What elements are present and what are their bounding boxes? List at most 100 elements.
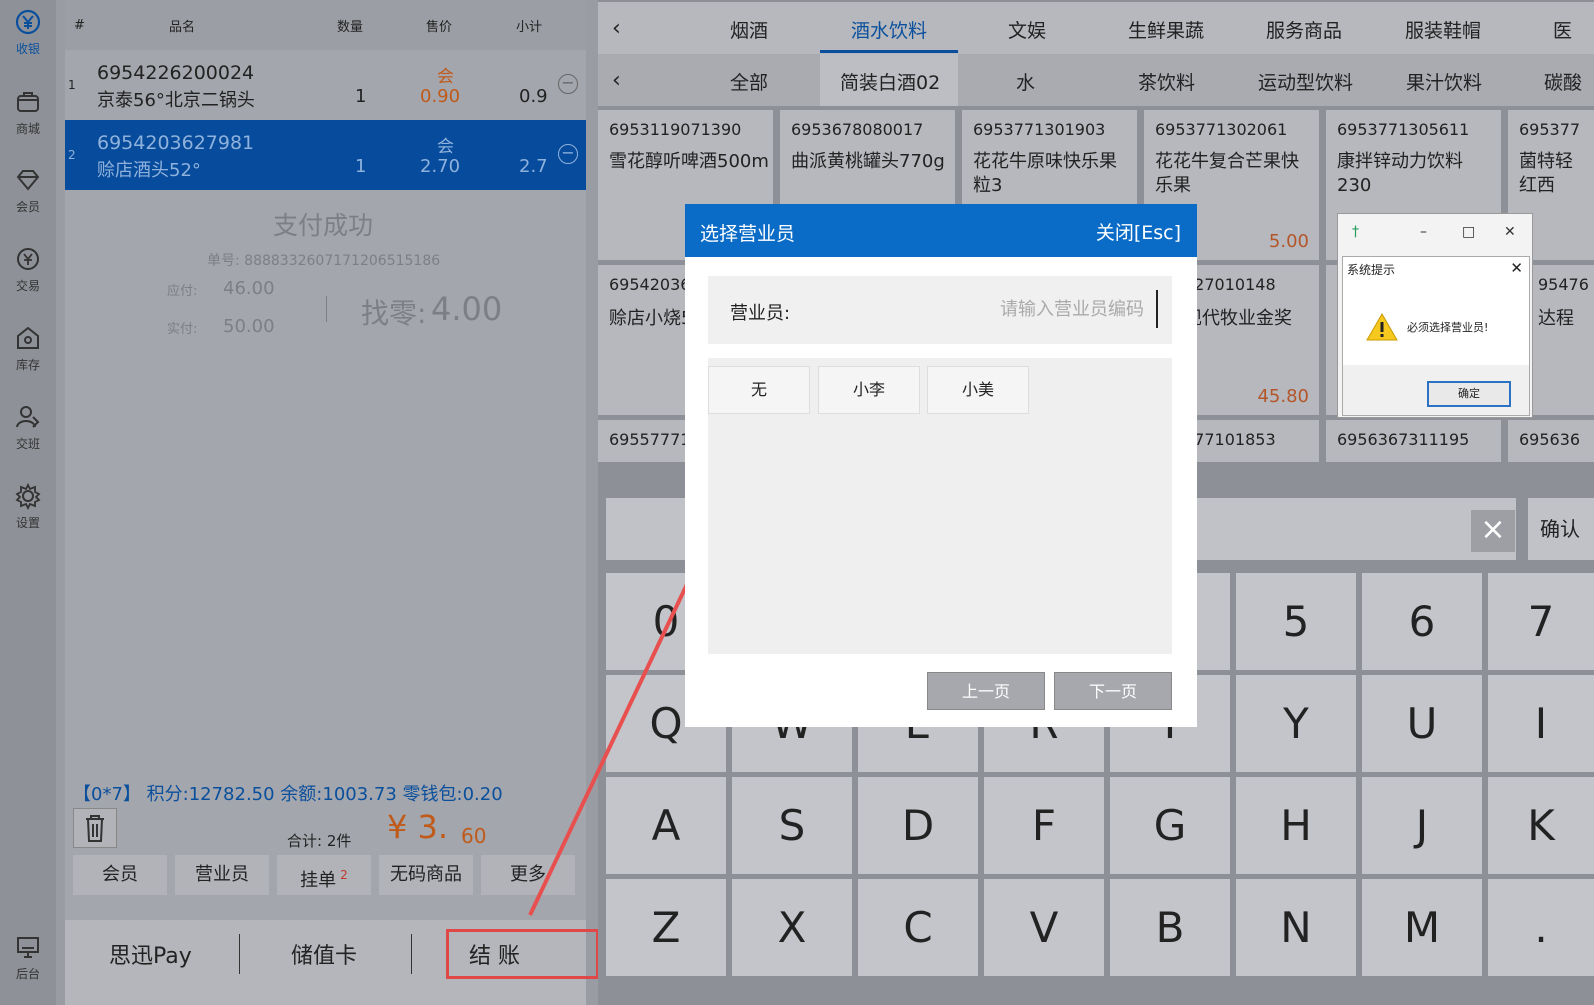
member-button[interactable]: 会员 [73, 855, 167, 895]
key[interactable]: 7 [1488, 573, 1594, 670]
row-code: 6954203627981 [97, 132, 255, 154]
tab-subcategory[interactable]: 果汁饮料 [1406, 68, 1482, 95]
key[interactable]: 5 [1236, 573, 1356, 670]
product-code: 6953771301903 [973, 120, 1106, 139]
nav-item-member[interactable]: 会员 [0, 158, 56, 228]
clear-cart-button[interactable] [73, 808, 117, 848]
chevron-left-icon[interactable]: ‹ [612, 16, 621, 41]
clerk-button[interactable]: 营业员 [175, 855, 269, 895]
clerk-option[interactable]: 小李 [818, 366, 920, 414]
key[interactable]: S [732, 777, 852, 874]
cart-row[interactable]: 1 6954226200024 京泰56°北京二锅头 1 会 0.90 0.9 … [65, 50, 586, 120]
product-name: 雪花醇听啤酒500m [609, 151, 769, 172]
key[interactable]: A [606, 777, 726, 874]
tab-category[interactable]: 烟酒 [730, 16, 768, 43]
tab-subcategory[interactable]: 水 [1016, 68, 1035, 95]
tab-subcategory-active[interactable]: 简装白酒02 [840, 68, 940, 95]
clerk-label: 营业员: [730, 303, 791, 324]
select-clerk-dialog: 选择营业员 关闭[Esc] 营业员: 无 小李 小美 上一页 下一页 [685, 204, 1197, 727]
product-card[interactable]: 6956367311195 [1326, 420, 1501, 462]
close-button[interactable]: 关闭[Esc] [1096, 218, 1181, 245]
clerk-option[interactable]: 小美 [927, 366, 1029, 414]
nav-item-backend[interactable]: 后台 [0, 925, 56, 995]
chevron-left-icon[interactable]: ‹ [612, 68, 621, 93]
nav-label: 库存 [15, 358, 40, 372]
monitor-icon [17, 937, 39, 958]
key[interactable]: G [1110, 777, 1230, 874]
sixun-pay-button[interactable]: 思迅Pay [109, 938, 192, 970]
prev-page-button[interactable]: 上一页 [927, 672, 1045, 710]
shop-icon [17, 92, 39, 112]
nav-item-settings[interactable]: 设置 [0, 474, 56, 544]
key[interactable]: C [858, 879, 978, 976]
key[interactable]: K [1488, 777, 1594, 874]
clerk-option[interactable]: 无 [708, 366, 810, 414]
key[interactable]: H [1236, 777, 1356, 874]
key[interactable]: B [1110, 879, 1230, 976]
tab-subcategory[interactable]: 运动型饮料 [1258, 68, 1353, 95]
product-code: 6953771305611 [1337, 120, 1470, 139]
col-price: 售价 [426, 19, 453, 35]
key[interactable]: 6 [1362, 573, 1482, 670]
key[interactable]: Y [1236, 675, 1356, 772]
close-icon[interactable]: ✕ [1510, 259, 1523, 277]
col-subtotal: 小计 [516, 19, 543, 35]
cart-row-selected[interactable]: 2 6954203627981 赊店酒头52° 1 会 2.70 2.7 − [65, 120, 586, 190]
tab-category[interactable]: 服装鞋帽 [1405, 16, 1481, 43]
maximize-icon[interactable]: □ [1462, 224, 1475, 240]
remove-icon[interactable]: − [558, 74, 578, 94]
product-card[interactable]: 695636 [1508, 420, 1594, 462]
tab-subcategory[interactable]: 全部 [730, 68, 768, 95]
product-code: 695636 [1519, 430, 1581, 449]
change-amount: 4.00 [431, 290, 503, 328]
tab-category[interactable]: 服务商品 [1266, 16, 1342, 43]
nav-item-trade[interactable]: 交易 [0, 237, 56, 307]
alert-body: 系统提示 ✕ 必须选择营业员! 确定 [1342, 256, 1530, 416]
key[interactable]: I [1488, 675, 1594, 772]
key[interactable]: . [1488, 879, 1594, 976]
key[interactable]: M [1362, 879, 1482, 976]
total-amount-decimal: 60 [461, 824, 487, 848]
key[interactable]: V [984, 879, 1104, 976]
nav-item-shop[interactable]: 商城 [0, 80, 56, 150]
alert-message: 必须选择营业员! [1407, 321, 1489, 334]
total-count: 合计: 2件 [287, 832, 352, 850]
key[interactable]: F [984, 777, 1104, 874]
nav-label: 商城 [15, 122, 40, 136]
product-name: 曲派黄桃罐头770g [791, 151, 945, 172]
key[interactable]: J [1362, 777, 1482, 874]
key[interactable]: X [732, 879, 852, 976]
minimize-icon[interactable]: – [1420, 224, 1427, 240]
ok-button[interactable]: 确定 [1427, 381, 1511, 407]
key[interactable]: Z [606, 879, 726, 976]
row-index: 2 [68, 148, 76, 162]
tab-subcategory[interactable]: 茶饮料 [1138, 68, 1195, 95]
tab-category[interactable]: 医 [1553, 16, 1572, 43]
tab-category-active[interactable]: 酒水饮料 [851, 16, 927, 43]
clear-icon[interactable]: × [1471, 510, 1515, 552]
more-button[interactable]: 更多 [481, 855, 575, 895]
nav-item-cashier[interactable]: 收银 [0, 0, 56, 70]
clerk-code-input[interactable] [808, 290, 1158, 328]
product-name: 花花牛原味快乐果粒3 [973, 151, 1117, 196]
next-page-button[interactable]: 下一页 [1054, 672, 1172, 710]
col-qty: 数量 [337, 19, 364, 35]
nav-item-shift[interactable]: 交班 [0, 395, 56, 465]
nocode-item-button[interactable]: 无码商品 [379, 855, 473, 895]
remove-icon[interactable]: − [558, 144, 578, 164]
key[interactable]: D [858, 777, 978, 874]
pin-icon[interactable]: † [1352, 224, 1359, 240]
confirm-button[interactable]: 确认 [1528, 498, 1594, 560]
nav-item-stock[interactable]: 库存 [0, 316, 56, 386]
key[interactable]: N [1236, 879, 1356, 976]
tab-category[interactable]: 文娱 [1008, 16, 1046, 43]
close-icon[interactable]: ✕ [1504, 224, 1516, 240]
stored-card-button[interactable]: 储值卡 [291, 938, 357, 970]
yen-circle-icon [15, 9, 41, 35]
tab-category[interactable]: 生鲜果蔬 [1128, 16, 1204, 43]
hold-button[interactable]: 挂单 2 [277, 855, 371, 895]
product-price: 45.80 [1257, 386, 1309, 407]
col-name: 品名 [169, 19, 196, 35]
key[interactable]: U [1362, 675, 1482, 772]
tab-subcategory[interactable]: 碳酸 [1544, 68, 1582, 95]
